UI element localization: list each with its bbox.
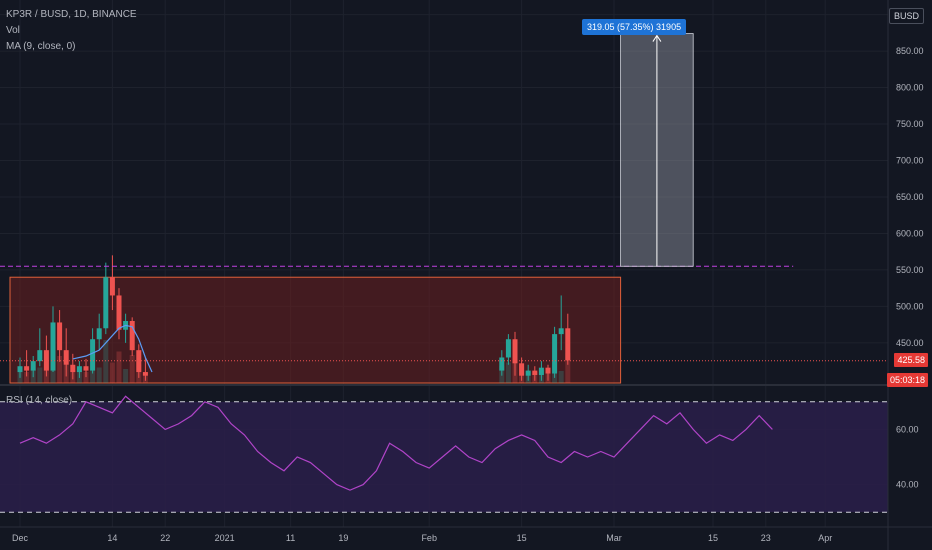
volume-bar (123, 369, 129, 383)
time-tick-label: 22 (160, 533, 170, 543)
candle-body (109, 277, 115, 296)
volume-bar (505, 362, 511, 383)
price-tick-label: 750.00 (896, 119, 924, 129)
time-tick-label: 2021 (215, 533, 235, 543)
candle-body (558, 328, 564, 335)
candle-body (142, 372, 148, 376)
currency-button[interactable]: BUSD (888, 8, 924, 24)
candle-body (30, 361, 36, 371)
last-price-badge: 425.58 (894, 353, 928, 367)
candle-body (83, 366, 89, 371)
volume-bar (96, 367, 102, 383)
candle-body (17, 366, 23, 373)
time-tick-label: Apr (818, 533, 832, 543)
rsi-band (0, 401, 888, 513)
candle-body (538, 367, 544, 375)
price-tick-label: 500.00 (896, 301, 924, 311)
time-tick-label: 15 (708, 533, 718, 543)
time-tick-label: Dec (12, 533, 29, 543)
time-tick-label: 14 (107, 533, 117, 543)
price-tick-label: 650.00 (896, 192, 924, 202)
candle-body (565, 328, 571, 361)
time-tick-label: 19 (338, 533, 348, 543)
volume-bar (103, 340, 109, 383)
volume-bar (558, 371, 564, 383)
candle-body (57, 322, 63, 351)
rsi-tick-label: 40.00 (896, 480, 919, 490)
price-tick-label: 450.00 (896, 338, 924, 348)
measure-label: 319.05 (57.35%) 31905 (582, 19, 687, 35)
candle-body (552, 334, 558, 374)
symbol-title[interactable]: KP3R / BUSD, 1D, BINANCE (6, 9, 137, 20)
volume-bar (116, 351, 122, 383)
ma-legend[interactable]: MA (9, close, 0) (6, 41, 75, 52)
volume-bar (109, 362, 115, 383)
candle-body (519, 363, 525, 376)
rsi-tick-label: 60.00 (896, 424, 919, 434)
candle-body (96, 328, 102, 340)
candle-body (499, 357, 505, 371)
price-tick-label: 850.00 (896, 46, 924, 56)
price-tick-label: 600.00 (896, 228, 924, 238)
time-tick-label: 11 (286, 533, 295, 543)
candle-body (24, 366, 30, 371)
candle-body (76, 366, 82, 373)
price-tick-label: 700.00 (896, 155, 924, 165)
candle-body (90, 339, 96, 371)
time-tick-label: 15 (517, 533, 527, 543)
countdown-badge: 05:03:18 (886, 373, 928, 387)
candle-body (512, 339, 518, 364)
volume-bar (129, 355, 135, 383)
price-tick-label: 550.00 (896, 265, 924, 275)
chart-canvas[interactable]: 450.00 500.00 550.00 600.00 650.00 700.00 750.… (0, 0, 932, 550)
candle-body (63, 350, 69, 365)
candle-body (103, 277, 109, 329)
candle-body (545, 367, 551, 374)
time-tick-label: 23 (761, 533, 771, 543)
time-tick-label: Mar (606, 533, 622, 543)
candle-body (129, 320, 135, 351)
candle-body (70, 364, 76, 373)
candle-body (50, 322, 56, 371)
candle-body (532, 370, 538, 375)
candle-body (505, 339, 511, 358)
volume-legend[interactable]: Vol (6, 25, 20, 36)
candle-body (37, 350, 43, 362)
volume-bar (37, 367, 43, 383)
candle-body (525, 370, 531, 376)
price-tick-label: 800.00 (896, 83, 924, 93)
rsi-legend[interactable]: RSI (14, close) (6, 395, 72, 406)
time-tick-label: Feb (421, 533, 437, 543)
candle-body (116, 295, 122, 330)
